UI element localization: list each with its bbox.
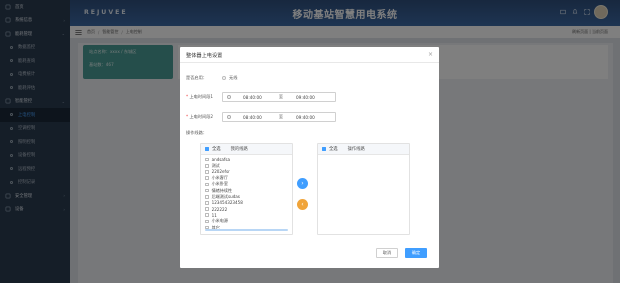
confirm-button[interactable]: 确定 — [405, 248, 427, 258]
checkbox[interactable] — [205, 157, 209, 162]
select-all-label: 全选 — [329, 147, 338, 152]
checkbox[interactable] — [205, 194, 209, 199]
cancel-button[interactable]: 取消 — [376, 248, 398, 258]
transfer-item-label: 情绪持续性 — [211, 187, 233, 193]
time-range-1-start[interactable]: 08:40:00 — [243, 95, 262, 100]
time-range-2-label: * 上电时间段2 — [186, 114, 214, 119]
transfer-item-label: 222222 — [211, 206, 228, 212]
enable-label: 是否启用： — [186, 75, 207, 80]
clock-icon — [227, 95, 231, 99]
transfer-right-header: 全选 操作线路 — [318, 144, 409, 155]
time-range-1-separator: 至 — [278, 94, 284, 99]
radio-circle-icon[interactable] — [222, 76, 226, 80]
checkbox[interactable] — [205, 182, 209, 187]
checkbox[interactable] — [205, 213, 209, 218]
select-all-checkbox[interactable] — [205, 147, 209, 151]
time-range-1-label: * 上电时间段1 — [186, 94, 214, 99]
transfer-left-panel: 全选 我的线路 andsafsa 测试 2202efsr 小米客厅 小米卧室 情绪持续性后… — [200, 143, 293, 235]
select-all-checkbox[interactable] — [322, 147, 326, 151]
time-range-2-picker[interactable]: 08:40:00 至 09:40:00 — [222, 112, 336, 122]
time-range-1-picker[interactable]: 08:40:00 至 09:40:00 — [222, 92, 336, 102]
move-right-button[interactable]: › — [297, 178, 308, 189]
transfer-item-label: 123454323458 — [211, 200, 243, 206]
time-range-2-end[interactable]: 09:40:00 — [296, 115, 315, 120]
clock-icon — [227, 115, 231, 119]
checkbox[interactable] — [205, 201, 209, 205]
horizontal-scrollbar[interactable] — [205, 229, 288, 231]
transfer-left-list: andsafsa 测试 2202efsr 小米客厅 小米卧室 情绪持续性 后端测试sudas… — [201, 155, 292, 231]
time-range-2-start[interactable]: 08:40:00 — [243, 115, 262, 120]
checkbox[interactable] — [205, 163, 209, 168]
checkbox[interactable] — [205, 219, 209, 224]
transfer-left-title: 我的线路 — [230, 147, 248, 152]
close-icon[interactable]: × — [428, 51, 433, 58]
transfer-item-label: 小米卧室 — [211, 181, 228, 187]
power-setting-dialog: 整体器上电设置 × 是否启用： 无线 * 上电时间段1 08:40:00 至 0… — [180, 47, 439, 268]
dialog-divider — [180, 62, 439, 63]
enable-radio[interactable]: 无线 — [222, 75, 237, 81]
enable-radio-label: 无线 — [229, 75, 238, 80]
transfer-right-panel: 全选 操作线路 — [317, 143, 410, 235]
checkbox[interactable] — [205, 170, 209, 174]
move-left-button[interactable]: ‹ — [297, 199, 308, 210]
checkbox[interactable] — [205, 207, 209, 211]
transfer-label: 操作线路： — [186, 130, 207, 135]
time-range-1-end[interactable]: 09:40:00 — [296, 95, 315, 100]
checkbox[interactable] — [205, 176, 209, 180]
transfer-item-label: 后端测试sudas — [211, 193, 240, 199]
dialog-title: 整体器上电设置 — [186, 53, 223, 59]
transfer-item-label: andsafsa — [211, 157, 231, 163]
time-range-2-separator: 至 — [278, 114, 284, 119]
transfer-item-label: 测试 — [211, 162, 220, 168]
checkbox[interactable] — [205, 188, 209, 193]
transfer-item-label: 2202efsr — [211, 169, 230, 175]
transfer-item-label: 小米电源 — [211, 218, 228, 224]
transfer-right-title: 操作线路 — [347, 147, 365, 152]
transfer-left-header: 全选 我的线路 — [201, 144, 292, 155]
select-all-label: 全选 — [212, 147, 221, 152]
